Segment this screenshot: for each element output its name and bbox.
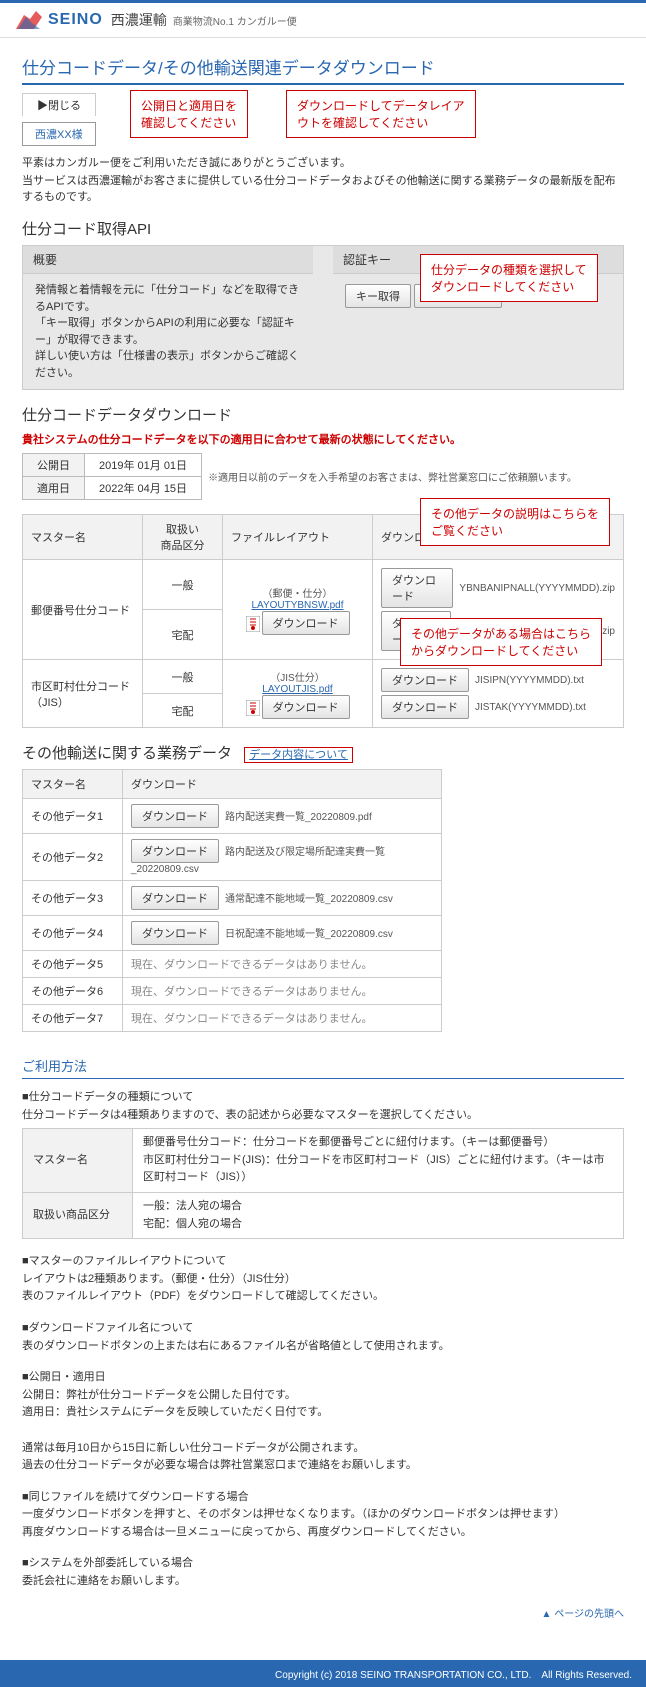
- other-row-name: その他データ5: [23, 951, 123, 978]
- layout-tag: （郵便・仕分）: [231, 585, 364, 600]
- other-heading: その他輸送に関する業務データ データ内容について: [22, 742, 624, 763]
- callout-dates: 公開日と適用日を 確認してください: [130, 90, 248, 138]
- usage-tbl-lbl: マスター名: [23, 1129, 133, 1193]
- usage-heading: ご利用方法: [22, 1056, 624, 1079]
- master-row-name: 市区町村仕分コード （JIS）: [23, 660, 143, 728]
- kind-cell: 宅配: [143, 610, 223, 660]
- download-button[interactable]: ダウンロード: [131, 921, 219, 945]
- usage-b2-p: レイアウトは2種類あります。（郵便・仕分）（JIS仕分） 表のファイルレイアウト…: [22, 1271, 624, 1306]
- pub-date-value: 2019年 01月 01日: [85, 454, 202, 477]
- get-key-button[interactable]: キー取得: [345, 284, 411, 308]
- close-tab[interactable]: ▶閉じる: [22, 93, 96, 116]
- other-col1: マスター名: [23, 770, 123, 799]
- master-row-name: 郵便番号仕分コード: [23, 560, 143, 660]
- download-heading: 仕分コードデータダウンロード: [22, 404, 624, 425]
- col-layout: ファイルレイアウト: [223, 515, 373, 560]
- date-note: ※適用日以前のデータを入手希望のお客さまは、弊社営業窓口にご依頼願います。: [208, 469, 577, 484]
- intro-text: 平素はカンガルー便をご利用いただき誠にありがとうございます。 当サービスは西濃運…: [22, 154, 624, 204]
- footer: Copyright (c) 2018 SEINO TRANSPORTATION …: [0, 1660, 646, 1687]
- api-p2: 「キー取得」ボタンからAPIの利用に必要な「認証キー」が取得できます。: [35, 315, 301, 348]
- api-heading: 仕分コード取得API: [22, 218, 624, 239]
- usage-b4-h: ■公開日・適用日: [22, 1369, 624, 1387]
- download-button[interactable]: ダウンロード: [381, 668, 469, 692]
- callout-download: 仕分データの種類を選択して ダウンロードしてください: [420, 254, 598, 302]
- col-kind: 取扱い 商品区分: [143, 515, 223, 560]
- callout-layout: ダウンロードしてデータレイア ウトを確認してください: [286, 90, 476, 138]
- usage-b5-p: 一度ダウンロードボタンを押すと、そのボタンは押せなくなります。（ほかのダウンロー…: [22, 1506, 624, 1541]
- kind-cell: 一般: [143, 660, 223, 694]
- other-row-name: その他データ6: [23, 978, 123, 1005]
- usage-tbl-val: 郵便番号仕分コード：仕分コードを郵便番号ごとに紐付けます。（キーは郵便番号） 市…: [133, 1129, 624, 1193]
- kind-cell: 宅配: [143, 694, 223, 728]
- page-title: 仕分コードデータ/その他輸送関連データダウンロード: [22, 48, 624, 85]
- customer-tab[interactable]: 西濃XX様: [22, 122, 96, 146]
- other-row-name: その他データ1: [23, 799, 123, 834]
- kangaroo-logo-icon: [14, 9, 44, 31]
- dl-filename: 日祝配達不能地域一覧_20220809.csv: [225, 929, 393, 940]
- other-col2: ダウンロード: [123, 770, 442, 799]
- download-note: 貴社システムの仕分コードデータを以下の適用日に合わせて最新の状態にしてください。: [22, 431, 624, 447]
- download-button[interactable]: ダウンロード: [131, 804, 219, 828]
- other-heading-text: その他輸送に関する業務データ: [22, 745, 232, 762]
- pdf-icon: [246, 700, 260, 716]
- page-top-link[interactable]: ▲ ページの先頭へ: [22, 1605, 624, 1620]
- api-p1: 発情報と着情報を元に「仕分コード」などを取得できるAPIです。: [35, 282, 301, 315]
- layout-file-link[interactable]: LAYOUTJIS.pdf: [231, 684, 364, 695]
- dl-filename: JISIPN(YYYYMMDD).txt: [475, 675, 584, 686]
- app-date-label: 適用日: [23, 477, 85, 500]
- usage-b6-p: 委託会社に連絡をお願いします。: [22, 1573, 624, 1591]
- other-row-dl: ダウンロード通常配達不能地域一覧_20220809.csv: [123, 881, 442, 916]
- other-data-desc-link[interactable]: データ内容について: [244, 747, 353, 763]
- download-button[interactable]: ダウンロード: [381, 695, 469, 719]
- other-row-dl: ダウンロード路内配送実費一覧_20220809.pdf: [123, 799, 442, 834]
- layout-file-link[interactable]: LAYOUTYBNSW.pdf: [231, 600, 364, 611]
- other-row-name: その他データ7: [23, 1005, 123, 1032]
- other-row-dl: 現在、ダウンロードできるデータはありません。: [123, 951, 442, 978]
- usage-b2-h: ■マスターのファイルレイアウトについて: [22, 1253, 624, 1271]
- usage-b3-h: ■ダウンロードファイル名について: [22, 1320, 624, 1338]
- usage-tbl-val: 一般：法人宛の場合 宅配：個人宛の場合: [133, 1192, 624, 1238]
- app-date-value: 2022年 04月 15日: [85, 477, 202, 500]
- brand-jp: 西濃運輸: [111, 10, 167, 30]
- api-overview-h: 概要: [23, 246, 313, 274]
- other-row-name: その他データ3: [23, 881, 123, 916]
- dl-filename: YBNBANIPNALL(YYYYMMDD).zip: [459, 583, 615, 594]
- other-table: マスター名ダウンロード その他データ1ダウンロード路内配送実費一覧_202208…: [22, 769, 442, 1032]
- intro-line2: 当サービスは西濃運輸がお客さまに提供している仕分コードデータおよびその他輸送に関…: [22, 172, 624, 204]
- usage-b3-p: 表のダウンロードボタンの上または右にあるファイル名が省略値として使用されます。: [22, 1338, 624, 1356]
- usage-b5-h: ■同じファイルを続けてダウンロードする場合: [22, 1489, 624, 1507]
- other-row-dl: ダウンロード日祝配達不能地域一覧_20220809.csv: [123, 916, 442, 951]
- callout-other-dl: その他データがある場合はこちら からダウンロードしてください: [400, 618, 602, 666]
- header: SEINO 西濃運輸 商業物流No.1 カンガルー便: [0, 3, 646, 38]
- intro-line1: 平素はカンガルー便をご利用いただき誠にありがとうございます。: [22, 154, 624, 170]
- brand-tagline: 商業物流No.1 カンガルー便: [173, 13, 297, 28]
- other-row-name: その他データ4: [23, 916, 123, 951]
- layout-tag: （JIS仕分）: [231, 669, 364, 684]
- brand-seino: SEINO: [48, 11, 103, 29]
- usage-b1-h: ■仕分コードデータの種類について: [22, 1089, 624, 1107]
- callout-other-desc: その他データの説明はこちらを ご覧ください: [420, 498, 610, 546]
- dates-table: 公開日2019年 01月 01日 適用日2022年 04月 15日: [22, 453, 202, 500]
- usage-b4-p: 公開日：弊社が仕分コードデータを公開した日付です。 適用日：貴社システムにデータ…: [22, 1387, 624, 1475]
- layout-dl-button[interactable]: ダウンロード: [262, 611, 350, 635]
- pub-date-label: 公開日: [23, 454, 85, 477]
- usage-b1-p: 仕分コードデータは4種類ありますので、表の記述から必要なマスターを選択してくださ…: [22, 1107, 624, 1125]
- pdf-icon: [246, 616, 260, 632]
- other-row-dl: ダウンロード路内配送及び限定場所配達実費一覧_20220809.csv: [123, 834, 442, 881]
- other-row-dl: 現在、ダウンロードできるデータはありません。: [123, 978, 442, 1005]
- usage-tbl-lbl: 取扱い商品区分: [23, 1192, 133, 1238]
- download-button[interactable]: ダウンロード: [131, 839, 219, 863]
- layout-dl-button[interactable]: ダウンロード: [262, 695, 350, 719]
- dl-filename: JISTAK(YYYYMMDD).txt: [475, 702, 586, 713]
- api-p3: 詳しい使い方は「仕様書の表示」ボタンからご確認ください。: [35, 348, 301, 381]
- other-row-dl: 現在、ダウンロードできるデータはありません。: [123, 1005, 442, 1032]
- download-button[interactable]: ダウンロード: [381, 568, 453, 608]
- kind-cell: 一般: [143, 560, 223, 610]
- download-button[interactable]: ダウンロード: [131, 886, 219, 910]
- dl-filename: 路内配送実費一覧_20220809.pdf: [225, 812, 372, 823]
- dl-filename: 通常配達不能地域一覧_20220809.csv: [225, 894, 393, 905]
- usage-b6-h: ■システムを外部委託している場合: [22, 1555, 624, 1573]
- col-master: マスター名: [23, 515, 143, 560]
- other-row-name: その他データ2: [23, 834, 123, 881]
